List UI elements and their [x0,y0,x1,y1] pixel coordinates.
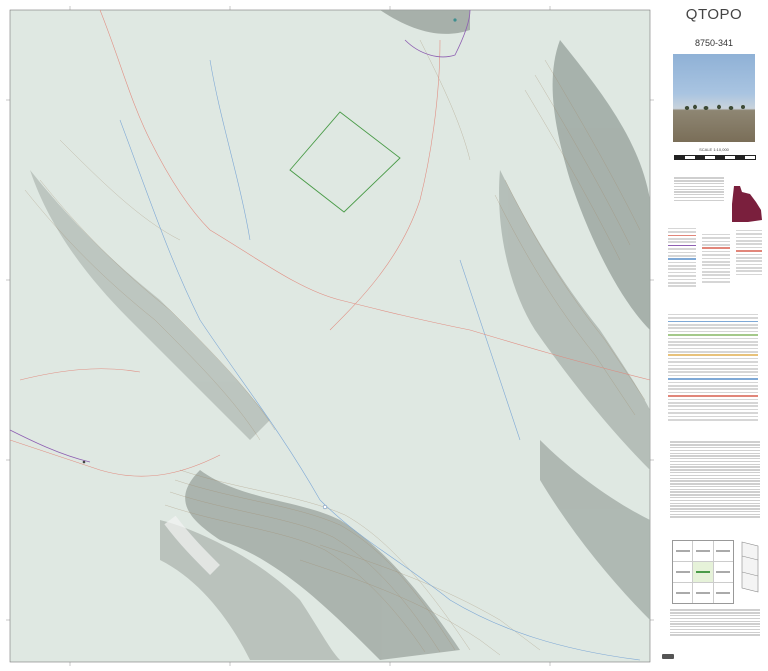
scale-bar [674,155,756,160]
creative-commons-icon [662,654,674,659]
disclaimer-text-block [670,440,760,519]
map-frame[interactable] [0,0,660,671]
location-marker [322,504,328,510]
legend-column [736,228,762,277]
legend-column [668,226,696,289]
map-scale: SCALE 1:10,000 [699,147,729,152]
location-marker [82,460,86,464]
landscape-photo-icon [673,54,755,142]
projection-notes [674,176,724,202]
sheet-number: 8750-341 [694,38,734,48]
legend-column [702,232,730,285]
map-sidebar: QTOPO 8750-341 SCALE 1:10,000 [660,0,768,671]
map-index-icon [672,540,734,604]
fold-diagram-icon [738,538,762,601]
legend-section [668,312,758,422]
footer-text-block [670,608,760,637]
queensland-map-icon [728,184,764,229]
topographic-map[interactable] [0,0,660,671]
brand-title: QTOPO [685,6,743,23]
location-marker [453,18,457,22]
